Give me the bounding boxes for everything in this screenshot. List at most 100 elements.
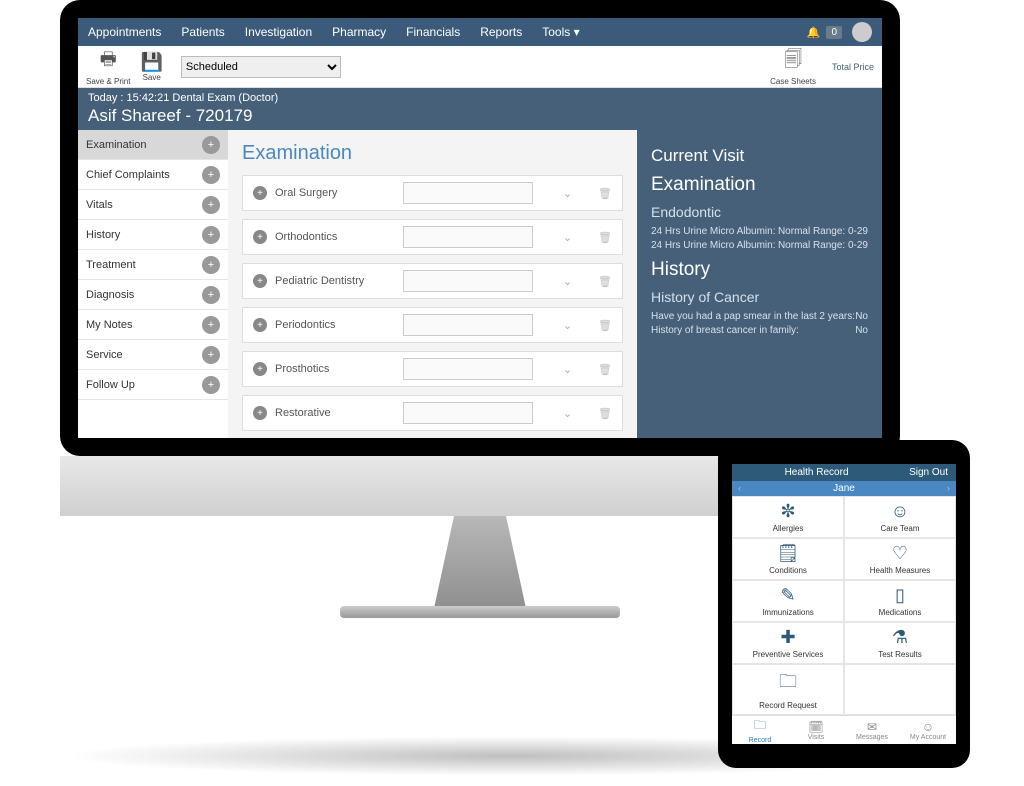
- sidebar-item-my-notes[interactable]: My Notes+: [78, 310, 228, 340]
- exam-label: Restorative: [275, 407, 395, 419]
- examination-heading: Examination: [651, 174, 868, 196]
- tile-care-team[interactable]: ☺Care Team: [844, 496, 956, 538]
- tile-conditions[interactable]: 🗒Conditions: [732, 538, 844, 580]
- plus-icon[interactable]: +: [202, 286, 220, 304]
- tile-allergies[interactable]: ✼Allergies: [732, 496, 844, 538]
- sidebar-item-vitals[interactable]: Vitals+: [78, 190, 228, 220]
- chevron-down-icon[interactable]: ⌄: [563, 363, 572, 376]
- nav-pharmacy[interactable]: Pharmacy: [322, 18, 396, 46]
- plus-icon[interactable]: +: [202, 346, 220, 364]
- my account-icon: ☺: [922, 720, 934, 734]
- plus-icon[interactable]: +: [253, 230, 267, 244]
- plus-icon[interactable]: +: [253, 406, 267, 420]
- tile-test-results[interactable]: ⚗Test Results: [844, 622, 956, 664]
- footer-my-account[interactable]: ☺My Account: [900, 716, 956, 744]
- plus-icon[interactable]: +: [253, 318, 267, 332]
- preventive-services-icon: ✚: [780, 627, 795, 648]
- sidebar-item-treatment[interactable]: Treatment+: [78, 250, 228, 280]
- nav-investigation[interactable]: Investigation: [235, 18, 322, 46]
- nav-appointments[interactable]: Appointments: [78, 18, 171, 46]
- sidebar-item-follow-up[interactable]: Follow Up+: [78, 370, 228, 400]
- chevron-down-icon[interactable]: ⌄: [563, 407, 572, 420]
- exam-label: Oral Surgery: [275, 187, 395, 199]
- exam-row-orthodontics: +Orthodontics⌄🗑: [242, 219, 623, 255]
- nav-patients[interactable]: Patients: [171, 18, 234, 46]
- exam-input[interactable]: [403, 402, 533, 424]
- tablet-title: Health Record: [732, 467, 901, 478]
- sidebar-item-history[interactable]: History+: [78, 220, 228, 250]
- plus-icon[interactable]: +: [253, 186, 267, 200]
- footer-messages[interactable]: ✉Messages: [844, 716, 900, 744]
- footer-record[interactable]: 🗀Record: [732, 716, 788, 744]
- plus-icon[interactable]: +: [202, 166, 220, 184]
- exam-row-prosthotics: +Prosthotics⌄🗑: [242, 351, 623, 387]
- plus-icon[interactable]: +: [202, 316, 220, 334]
- trash-icon[interactable]: 🗑: [598, 231, 612, 244]
- trash-icon[interactable]: 🗑: [598, 363, 612, 376]
- trash-icon[interactable]: 🗑: [598, 275, 612, 288]
- current-visit-panel: Current Visit Examination Endodontic 24 …: [637, 130, 882, 438]
- status-select[interactable]: Scheduled: [181, 56, 341, 78]
- save-button[interactable]: 💾Save: [140, 52, 162, 82]
- tile-record-request[interactable]: 🗀Record Request: [732, 664, 844, 715]
- exam-input[interactable]: [403, 226, 533, 248]
- sidebar-item-chief-complaints[interactable]: Chief Complaints+: [78, 160, 228, 190]
- footer-visits[interactable]: 🗓Visits: [788, 716, 844, 744]
- chevron-down-icon[interactable]: ⌄: [563, 231, 572, 244]
- sidebar-item-diagnosis[interactable]: Diagnosis+: [78, 280, 228, 310]
- case-sheets-icon: 🗐: [770, 47, 816, 77]
- chevron-down-icon[interactable]: ⌄: [563, 319, 572, 332]
- sidebar-item-service[interactable]: Service+: [78, 340, 228, 370]
- exam-row-periodontics: +Periodontics⌄🗑: [242, 307, 623, 343]
- plus-icon[interactable]: +: [253, 362, 267, 376]
- conditions-icon: 🗒: [777, 543, 800, 564]
- trash-icon[interactable]: 🗑: [598, 187, 612, 200]
- trash-icon[interactable]: 🗑: [598, 407, 612, 420]
- save-icon: 💾: [140, 52, 162, 73]
- plus-icon[interactable]: +: [202, 196, 220, 214]
- plus-icon[interactable]: +: [202, 256, 220, 274]
- tile-health-measures[interactable]: ♡Health Measures: [844, 538, 956, 580]
- exam-input[interactable]: [403, 182, 533, 204]
- care-team-icon: ☺: [891, 501, 909, 522]
- exam-input[interactable]: [403, 270, 533, 292]
- exam-row-restorative: + Restorative ⌄ 🗑: [242, 395, 623, 431]
- bell-icon[interactable]: 🔔: [801, 26, 827, 39]
- trash-icon[interactable]: 🗑: [598, 319, 612, 332]
- user-avatar[interactable]: [852, 22, 872, 42]
- plus-icon[interactable]: +: [202, 226, 220, 244]
- total-price-label: Total Price: [832, 62, 874, 72]
- record-icon: 🗀: [754, 716, 766, 737]
- sign-out-link[interactable]: Sign Out: [901, 467, 956, 478]
- tile-immunizations[interactable]: ✎Immunizations: [732, 580, 844, 622]
- notification-count: 0: [826, 26, 842, 39]
- nav-reports[interactable]: Reports: [470, 18, 532, 46]
- examination-panel: Examination +Oral Surgery⌄🗑+Orthodontics…: [228, 130, 637, 438]
- sidebar-item-examination[interactable]: Examination+: [78, 130, 228, 160]
- plus-icon[interactable]: +: [202, 136, 220, 154]
- exam-input[interactable]: [403, 314, 533, 336]
- plus-icon[interactable]: +: [202, 376, 220, 394]
- tile-medications[interactable]: ▯Medications: [844, 580, 956, 622]
- prev-patient-icon[interactable]: ‹: [738, 483, 741, 493]
- section-sidebar: Examination+Chief Complaints+Vitals+Hist…: [78, 130, 228, 438]
- plus-icon[interactable]: +: [253, 274, 267, 288]
- exam-row-pediatric-dentistry: +Pediatric Dentistry⌄🗑: [242, 263, 623, 299]
- nav-tools[interactable]: Tools ▾: [532, 18, 589, 46]
- info-row: 24 Hrs Urine Micro Albumin:Normal Range:…: [651, 226, 868, 237]
- next-patient-icon[interactable]: ›: [947, 483, 950, 493]
- messages-icon: ✉: [867, 720, 877, 734]
- patient-context-bar: Today : 15:42:21 Dental Exam (Doctor) As…: [78, 88, 882, 130]
- chevron-down-icon[interactable]: ⌄: [563, 187, 572, 200]
- exam-input[interactable]: [403, 358, 533, 380]
- info-row: History of breast cancer in family:No: [651, 325, 868, 336]
- tablet-device: Health Record Sign Out ‹ Jane › ✼Allergi…: [718, 440, 970, 768]
- nav-financials[interactable]: Financials: [396, 18, 470, 46]
- save-print-button[interactable]: 🖶Save & Print: [86, 47, 130, 86]
- chevron-down-icon[interactable]: ⌄: [563, 275, 572, 288]
- tablet-footer-nav: 🗀Record🗓Visits✉Messages☺My Account: [732, 715, 956, 744]
- test-results-icon: ⚗: [892, 627, 908, 648]
- case-sheets-button[interactable]: 🗐Case Sheets: [770, 47, 816, 86]
- endodontic-heading: Endodontic: [651, 204, 868, 220]
- tile-preventive-services[interactable]: ✚Preventive Services: [732, 622, 844, 664]
